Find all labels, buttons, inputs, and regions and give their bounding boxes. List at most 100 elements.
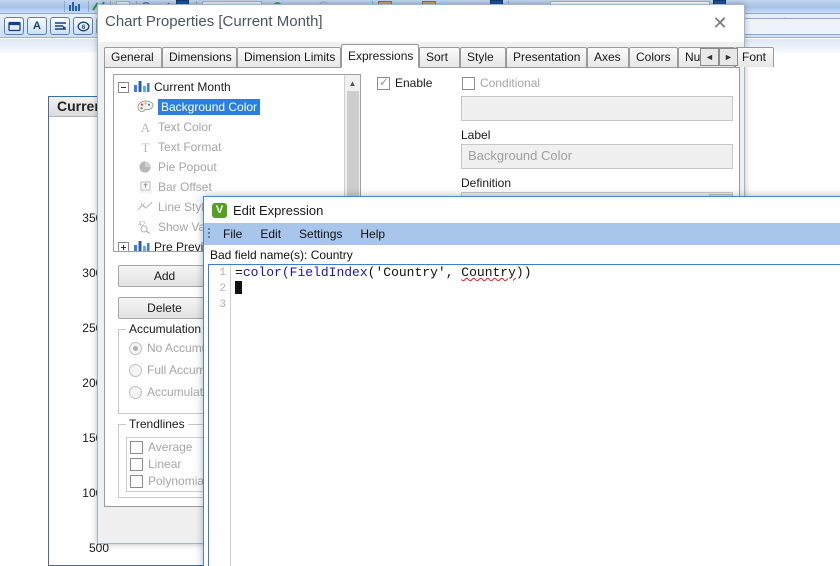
edit-expression-menubar: File Edit Settings Help xyxy=(204,223,840,245)
code-prefix: = xyxy=(235,265,243,280)
radio-accumulate[interactable]: Accumulate xyxy=(129,385,210,399)
palette-icon xyxy=(137,100,154,115)
tab-dimensions[interactable]: Dimensions xyxy=(162,47,237,67)
tab-scroll-right-button[interactable]: ► xyxy=(719,48,738,66)
conditional-checkbox-row[interactable]: Conditional xyxy=(462,76,540,90)
radio-icon xyxy=(129,341,142,355)
tab-scroll-buttons: ◄ ► xyxy=(700,48,740,66)
enable-checkbox-row[interactable]: Enable xyxy=(377,75,433,90)
tab-font[interactable]: Font xyxy=(735,47,774,67)
qlikview-logo-icon: V xyxy=(212,202,227,218)
code-string-literal: 'Country' xyxy=(375,265,446,280)
tab-style[interactable]: Style xyxy=(460,47,506,67)
checkbox-icon xyxy=(377,75,390,90)
tab-general[interactable]: General xyxy=(104,47,162,67)
code-function-fieldindex: FieldIndex xyxy=(289,265,368,280)
svg-text:T: T xyxy=(142,140,150,154)
close-icon[interactable]: ✕ xyxy=(702,11,738,35)
edit-expression-titlebar[interactable]: V Edit Expression xyxy=(204,197,840,223)
tree-item-text-format[interactable]: T Text Format xyxy=(114,137,360,157)
code-suffix: )) xyxy=(515,265,532,280)
checkbox-average[interactable]: Average xyxy=(130,440,192,454)
code-paren-open-1: ( xyxy=(281,265,290,280)
line-number-gutter: 1 2 3 xyxy=(209,265,231,566)
bar-chart-icon xyxy=(133,240,150,251)
tree-item-label: Background Color xyxy=(158,99,261,115)
tree-item-label: Text Color xyxy=(158,120,213,134)
expression-editor[interactable]: 1 2 3 =color(FieldIndex('Country', Count… xyxy=(208,264,840,566)
pie-chart-icon xyxy=(137,160,154,175)
conditional-label: Conditional xyxy=(480,76,541,90)
tree-item-label: Text Format xyxy=(158,140,222,154)
definition-caption: Definition xyxy=(461,176,512,190)
tab-dimension-limits[interactable]: Dimension Limits xyxy=(237,47,341,67)
code-function-color: color xyxy=(242,265,282,280)
expander-minus-icon[interactable] xyxy=(118,81,129,93)
tree-item-label: Bar Offset xyxy=(158,180,212,194)
tree-item-background-color[interactable]: Background Color xyxy=(114,97,360,117)
edit-expression-dialog: V Edit Expression File Edit Settings Hel… xyxy=(203,196,840,566)
show-value-icon: 42 xyxy=(137,220,154,235)
checkbox-icon xyxy=(130,440,143,454)
expander-plus-icon[interactable] xyxy=(118,241,129,251)
page-title: Chart Properties [Current Month] xyxy=(105,13,323,30)
scroll-up-icon[interactable]: ▲ xyxy=(345,75,360,91)
bold-a-icon[interactable]: A xyxy=(27,17,47,35)
line-number: 3 xyxy=(219,299,226,311)
tab-sort[interactable]: Sort xyxy=(419,47,460,67)
tree-item-pie-popout[interactable]: Pie Popout xyxy=(114,157,360,177)
radio-icon xyxy=(129,363,142,377)
tab-scroll-left-button[interactable]: ◄ xyxy=(700,48,719,66)
list-icon[interactable] xyxy=(50,17,70,35)
bar-chart-icon xyxy=(133,80,150,95)
checkbox-exponential[interactable]: Exponential xyxy=(130,491,211,492)
enable-label: Enable xyxy=(395,76,433,90)
tree-item-current-month[interactable]: Current Month xyxy=(114,77,360,97)
conditional-input[interactable] xyxy=(461,96,733,121)
tree-item-text-color[interactable]: A Text Color xyxy=(114,117,360,137)
status-message: Bad field name(s): Country xyxy=(204,245,840,264)
checkbox-icon xyxy=(130,492,143,493)
checkbox-label: Linear xyxy=(148,457,182,471)
tree-item-bar-offset[interactable]: Bar Offset xyxy=(114,177,360,197)
scrollbar-thumb[interactable] xyxy=(347,91,359,199)
text-format-icon: T xyxy=(137,140,154,155)
accumulation-group-title: Accumulation xyxy=(126,322,205,336)
checkbox-icon xyxy=(462,76,475,90)
tab-colors[interactable]: Colors xyxy=(629,47,678,67)
label-input[interactable]: Background Color xyxy=(461,144,733,169)
tab-expressions[interactable]: Expressions xyxy=(341,44,419,68)
checkbox-icon xyxy=(130,474,143,488)
menu-edit[interactable]: Edit xyxy=(251,225,290,243)
tab-axes[interactable]: Axes xyxy=(587,47,629,67)
line-style-icon xyxy=(137,200,154,215)
edit-expression-title: Edit Expression xyxy=(233,202,324,218)
text-color-icon: A xyxy=(137,120,154,135)
tab-presentation[interactable]: Presentation xyxy=(506,47,587,67)
expression-code[interactable]: =color(FieldIndex('Country', Country)) xyxy=(235,265,840,566)
checkbox-icon xyxy=(130,457,143,471)
trendlines-group-title: Trendlines xyxy=(126,417,188,431)
radio-icon xyxy=(129,385,142,399)
code-separator: , xyxy=(445,265,462,280)
delete-button[interactable]: Delete xyxy=(118,297,211,319)
chart-properties-tabstrip: General Dimensions Dimension Limits Expr… xyxy=(104,44,774,68)
svg-text:A: A xyxy=(141,120,151,134)
label-caption: Label xyxy=(461,128,491,142)
menu-help[interactable]: Help xyxy=(351,225,394,243)
tree-item-label: Pie Popout xyxy=(158,160,217,174)
add-button[interactable]: Add xyxy=(118,265,211,287)
line-number: 2 xyxy=(219,283,226,295)
menu-file[interactable]: File xyxy=(214,225,251,243)
menu-grip-icon[interactable] xyxy=(204,223,214,245)
checkbox-linear[interactable]: Linear xyxy=(130,457,181,471)
line-number: 1 xyxy=(219,267,226,279)
code-bad-field-name: Country xyxy=(461,265,516,280)
checkbox-label: Exponential xyxy=(148,491,211,492)
clock-icon[interactable]: 6 xyxy=(73,17,93,35)
checkbox-label: Average xyxy=(148,440,193,454)
chart-properties-titlebar[interactable]: Chart Properties [Current Month] ✕ xyxy=(98,5,744,41)
window-icon[interactable] xyxy=(4,17,24,35)
menu-settings[interactable]: Settings xyxy=(290,225,351,243)
bar-chart-icon[interactable] xyxy=(68,1,81,12)
